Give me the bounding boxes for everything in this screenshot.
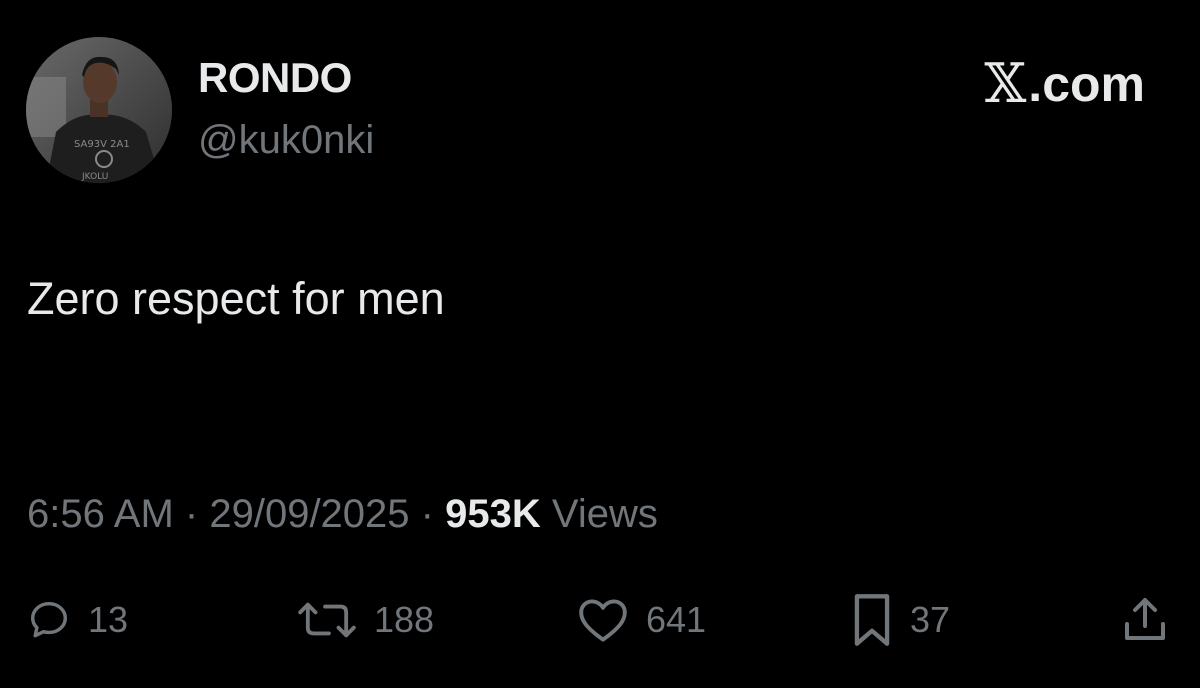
share-button[interactable]: [1120, 590, 1170, 650]
x-logo-icon: 𝕏: [984, 52, 1027, 115]
tweet-time[interactable]: 6:56 AM: [27, 492, 174, 536]
bookmark-icon: [854, 594, 890, 646]
avatar-image: SA93V 2A1 JKOLU: [26, 37, 172, 183]
meta-separator: ·: [420, 492, 434, 536]
action-bar: 13 188 641 37: [0, 590, 1200, 650]
tweet-text: Zero respect for men: [27, 273, 445, 324]
views-label: Views: [551, 492, 658, 536]
repost-button[interactable]: 188: [296, 590, 434, 650]
reply-button[interactable]: 13: [26, 590, 128, 650]
x-brand-logo: 𝕏 .com: [984, 52, 1145, 115]
views-count: 953K: [445, 492, 541, 536]
reply-icon: [30, 601, 68, 638]
avatar[interactable]: SA93V 2A1 JKOLU: [26, 37, 172, 183]
svg-text:SA93V 2A1: SA93V 2A1: [74, 139, 130, 150]
repost-icon: [298, 602, 356, 638]
display-name[interactable]: RONDO: [198, 54, 352, 102]
heart-icon: [579, 599, 627, 642]
tweet-meta: 6:56 AM · 29/09/2025 · 953K Views: [27, 490, 658, 538]
bookmark-count: 37: [910, 599, 951, 640]
repost-count: 188: [374, 599, 435, 640]
brand-domain-label: .com: [1028, 56, 1145, 112]
bookmark-button[interactable]: 37: [850, 590, 950, 650]
like-button[interactable]: 641: [576, 590, 706, 650]
like-count: 641: [646, 599, 707, 640]
reply-count: 13: [88, 599, 129, 640]
svg-text:JKOLU: JKOLU: [81, 172, 108, 182]
user-handle[interactable]: @kuk0nki: [198, 117, 374, 163]
meta-separator: ·: [184, 492, 199, 536]
tweet-date[interactable]: 29/09/2025: [209, 492, 409, 536]
share-icon: [1125, 598, 1165, 640]
